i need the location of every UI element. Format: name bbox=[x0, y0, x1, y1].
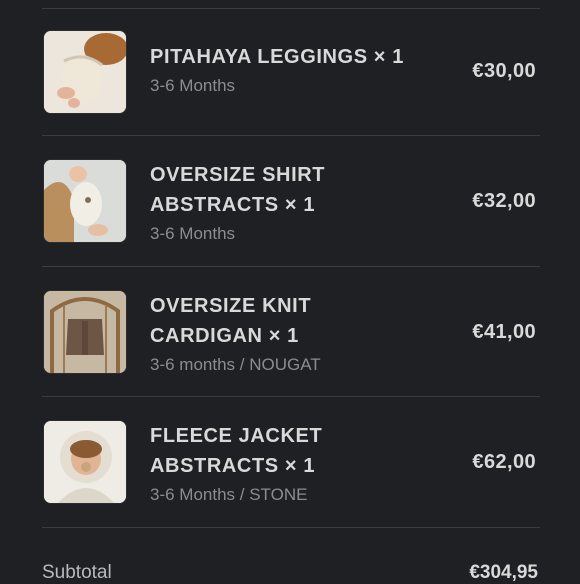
item-variant: 3-6 Months / STONE bbox=[150, 485, 308, 504]
baby-shirt-photo bbox=[44, 160, 126, 242]
item-name: FLEECE JACKET bbox=[150, 425, 323, 447]
cart-item: OVERSIZE KNIT CARDIGAN × 1 3-6 months / … bbox=[42, 267, 540, 397]
subtotal-row: Subtotal €304,95 bbox=[42, 562, 540, 584]
item-price: €32,00 bbox=[472, 190, 536, 212]
item-name-line2: ABSTRACTS × 1 bbox=[150, 194, 316, 216]
subtotal-value: €304,95 bbox=[469, 562, 538, 583]
item-name-line2: CARDIGAN × 1 bbox=[150, 325, 299, 347]
baby-leggings-photo bbox=[44, 31, 126, 113]
item-variant: 3-6 months / NOUGAT bbox=[150, 355, 321, 374]
knit-cardigan-photo bbox=[44, 291, 126, 373]
item-price: €30,00 bbox=[472, 60, 536, 82]
item-variant: 3-6 Months bbox=[150, 224, 236, 243]
cart-item: PITAHAYA LEGGINGS × 1 3-6 Months €30,00 bbox=[42, 9, 540, 139]
fleece-jacket-photo bbox=[44, 421, 126, 503]
item-price: €41,00 bbox=[472, 321, 536, 343]
item-name: PITAHAYA LEGGINGS × 1 bbox=[150, 46, 404, 68]
cart-item: OVERSIZE SHIRT ABSTRACTS × 1 3-6 Months … bbox=[42, 136, 540, 266]
divider bbox=[42, 527, 540, 528]
cart-item: FLEECE JACKET ABSTRACTS × 1 3-6 Months /… bbox=[42, 397, 540, 527]
item-price: €62,00 bbox=[472, 451, 536, 473]
item-name-line2: ABSTRACTS × 1 bbox=[150, 455, 316, 477]
item-name: OVERSIZE KNIT bbox=[150, 295, 312, 317]
item-variant: 3-6 Months bbox=[150, 76, 236, 95]
item-name: OVERSIZE SHIRT bbox=[150, 164, 326, 186]
